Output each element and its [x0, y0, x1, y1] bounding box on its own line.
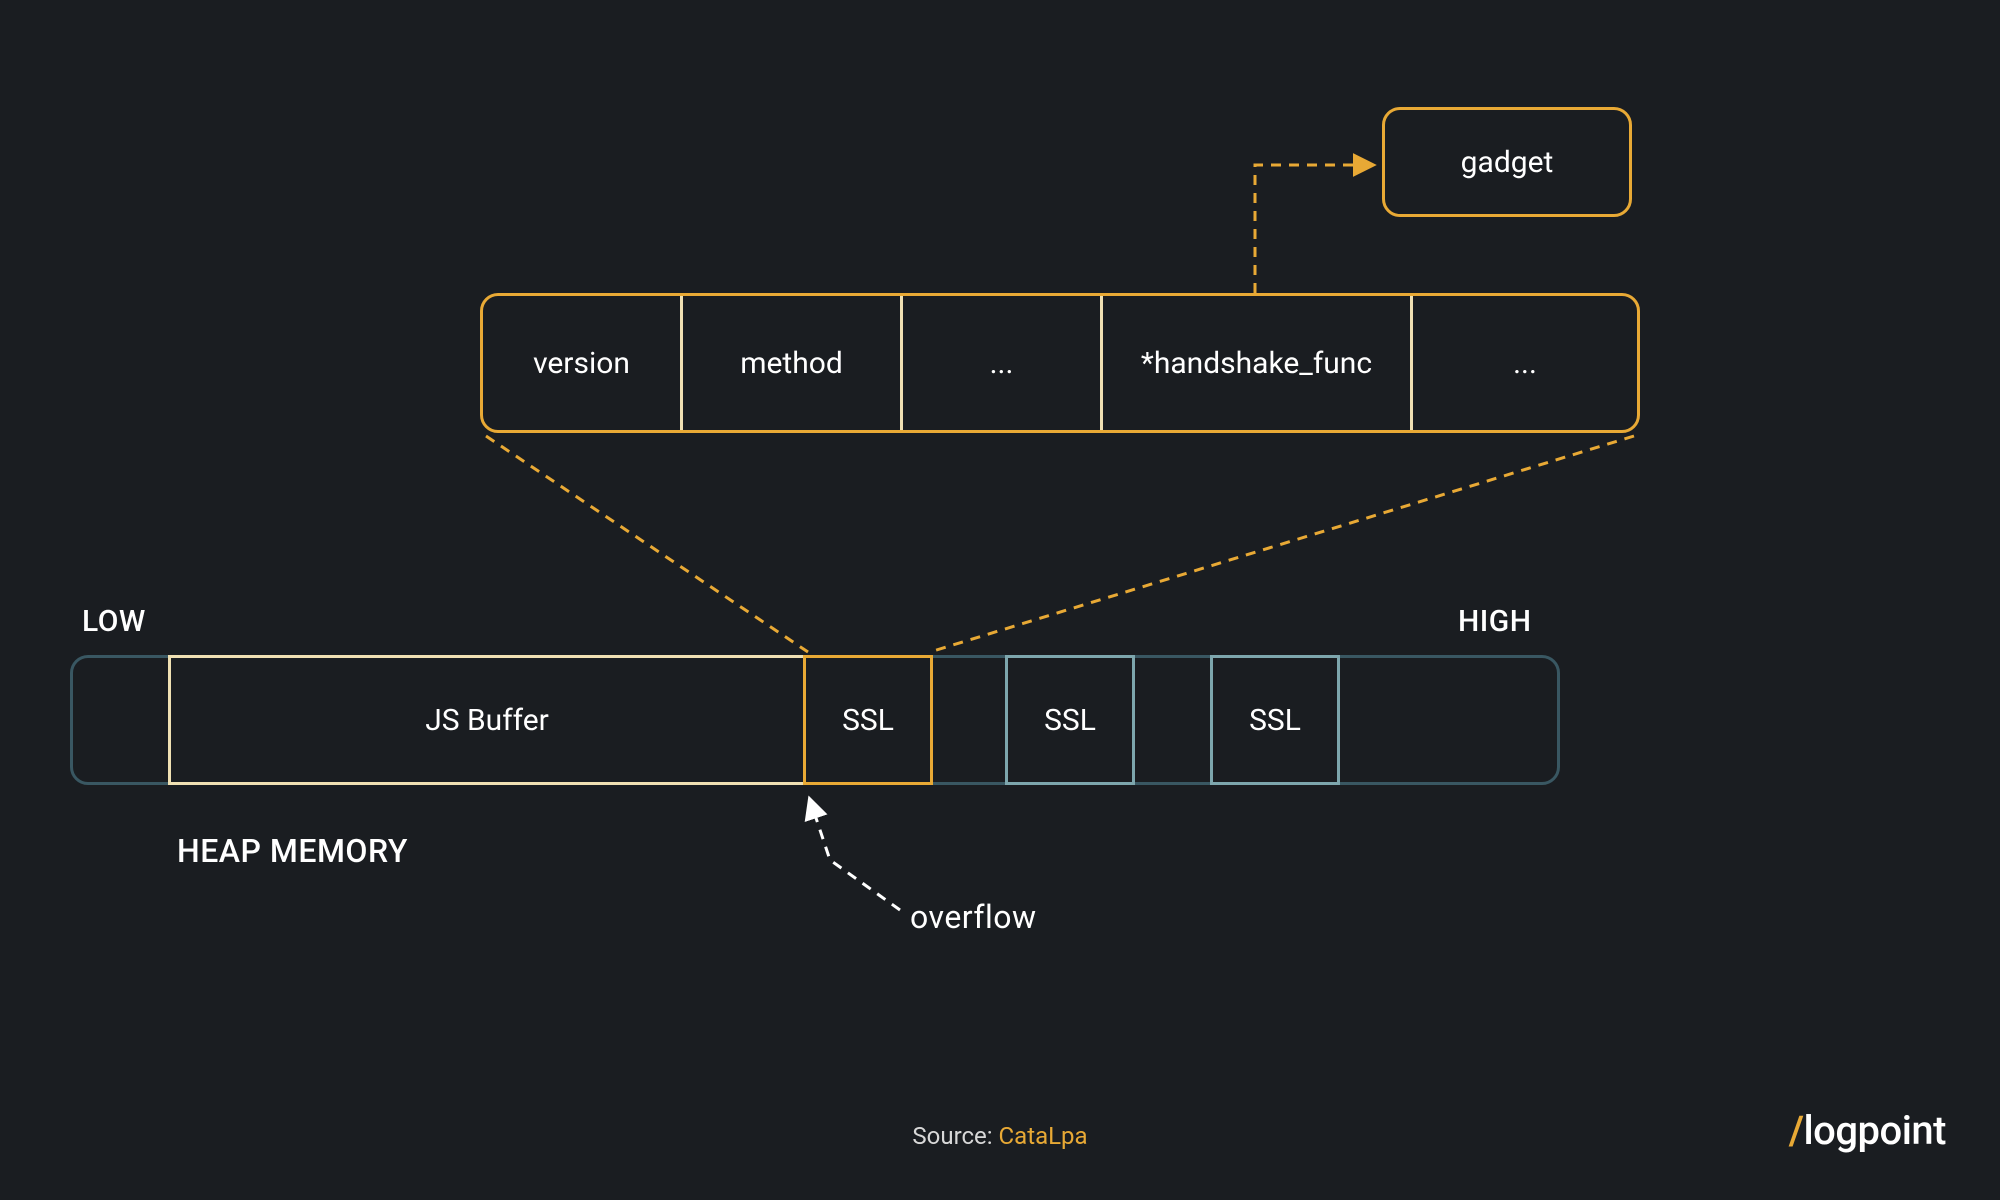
struct-cell-label: ...	[1513, 346, 1537, 381]
brand-name: logpoint	[1803, 1107, 1946, 1154]
source-prefix: Source:	[912, 1122, 998, 1150]
struct-cell-label: method	[740, 346, 843, 381]
ssl-box-1: SSL	[803, 655, 933, 785]
struct-cell-label: version	[533, 346, 630, 381]
ssl-box-2: SSL	[1005, 655, 1135, 785]
high-label: HIGH	[1458, 604, 1532, 639]
brand-logo: /logpoint	[1789, 1107, 1946, 1154]
struct-cell-ellipsis: ...	[903, 296, 1103, 430]
diagram-canvas: gadget version method ... *handshake_fun…	[0, 0, 2000, 1200]
ssl-label: SSL	[1044, 703, 1096, 738]
source-attribution: Source: CataLpa	[912, 1122, 1087, 1150]
connector-lines	[0, 0, 2000, 1200]
brand-slash: /	[1789, 1107, 1804, 1154]
struct-row: version method ... *handshake_func ...	[480, 293, 1640, 433]
struct-cell-method: method	[683, 296, 903, 430]
low-label: LOW	[82, 604, 146, 639]
heap-memory-label: HEAP MEMORY	[177, 832, 408, 870]
jsbuffer-label: JS Buffer	[425, 703, 549, 738]
jsbuffer-box: JS Buffer	[168, 655, 806, 785]
ssl-box-3: SSL	[1210, 655, 1340, 785]
overflow-label: overflow	[910, 898, 1037, 936]
ssl-label: SSL	[1249, 703, 1301, 738]
struct-cell-handshake-func: *handshake_func	[1103, 296, 1413, 430]
source-author: CataLpa	[999, 1122, 1088, 1150]
struct-cell-label: *handshake_func	[1141, 344, 1372, 383]
struct-cell-ellipsis-2: ...	[1413, 296, 1637, 430]
ssl-label: SSL	[842, 703, 894, 738]
struct-cell-version: version	[483, 296, 683, 430]
gadget-label: gadget	[1461, 145, 1554, 180]
gadget-box: gadget	[1382, 107, 1632, 217]
struct-cell-label: ...	[990, 346, 1014, 381]
